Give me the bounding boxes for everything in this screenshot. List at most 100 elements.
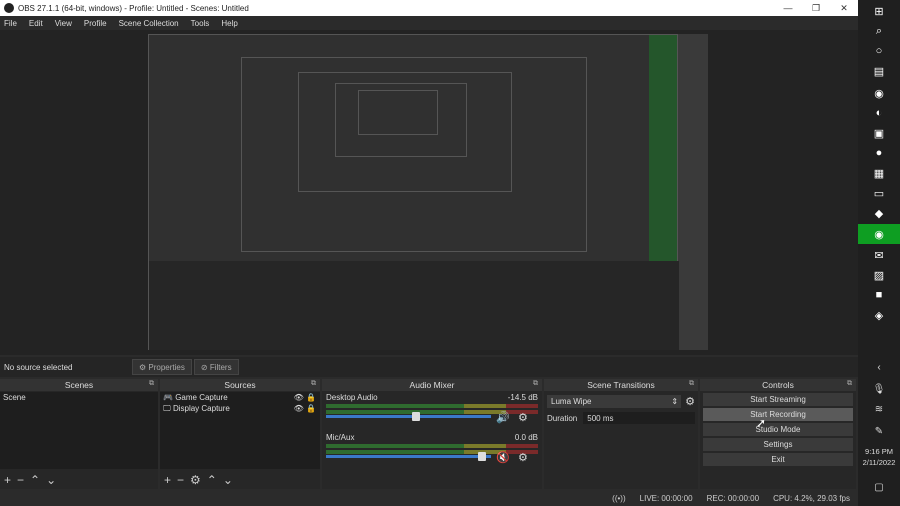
channel-name: Mic/Aux bbox=[326, 433, 355, 442]
window-titlebar: OBS 27.1.1 (64-bit, windows) - Profile: … bbox=[0, 0, 858, 16]
start-streaming-button[interactable]: Start Streaming bbox=[703, 393, 853, 406]
move-up-icon[interactable]: ⌃ bbox=[30, 473, 40, 487]
window-title: OBS 27.1.1 (64-bit, windows) - Profile: … bbox=[18, 3, 249, 13]
duration-input[interactable]: 500 ms bbox=[583, 412, 695, 424]
list-item[interactable]: 🎮 Game Capture 👁 🔒 bbox=[160, 392, 320, 403]
scene-transitions-dock: Scene Transitions ⧉ Luma Wipe ⇕ ⚙ Duration… bbox=[544, 379, 698, 489]
source-toolbar: No source selected ⚙ Properties ⊘ Filter… bbox=[0, 357, 858, 377]
transition-select[interactable]: Luma Wipe ⇕ bbox=[547, 395, 682, 408]
microphone-icon[interactable]: 🎙 bbox=[870, 382, 888, 396]
transitions-title: Scene Transitions bbox=[587, 380, 655, 390]
menu-help[interactable]: Help bbox=[221, 19, 237, 28]
add-icon[interactable]: + bbox=[4, 473, 11, 487]
store-icon[interactable]: ▣ bbox=[869, 124, 889, 142]
menu-tools[interactable]: Tools bbox=[191, 19, 210, 28]
muted-speaker-icon[interactable]: 🔇 bbox=[496, 451, 510, 464]
gear-icon[interactable]: ⚙ bbox=[518, 411, 528, 424]
signal-icon: ((•)) bbox=[612, 493, 626, 503]
undock-icon[interactable]: ⧉ bbox=[533, 380, 538, 388]
sources-toolbar: + − ⚙ ⌃ ⌄ bbox=[160, 470, 320, 489]
chevron-left-icon[interactable]: ‹ bbox=[870, 360, 888, 374]
mail-icon[interactable]: ✉ bbox=[869, 246, 889, 264]
menu-edit[interactable]: Edit bbox=[29, 19, 43, 28]
notification-icon[interactable]: ▢ bbox=[870, 480, 888, 494]
search-icon[interactable]: ⌕ bbox=[869, 22, 889, 40]
app-icon[interactable]: ▦ bbox=[869, 164, 889, 182]
sources-title: Sources bbox=[224, 380, 256, 390]
mixer-channel: Desktop Audio -14.5 dB 🔊 ⚙ bbox=[322, 391, 542, 431]
add-icon[interactable]: + bbox=[164, 473, 171, 487]
exit-button[interactable]: Exit bbox=[703, 453, 853, 466]
taskbar-clock[interactable]: 9:16 PM 2/11/2022 bbox=[858, 446, 900, 468]
chrome-icon[interactable]: ◉ bbox=[869, 84, 889, 102]
move-down-icon[interactable]: ⌄ bbox=[46, 473, 56, 487]
file-explorer-icon[interactable]: ▭ bbox=[869, 184, 889, 202]
task-view-icon[interactable]: ▤ bbox=[869, 62, 889, 80]
eye-icon[interactable]: 👁 🔒 bbox=[294, 404, 316, 413]
settings-button[interactable]: Settings bbox=[703, 438, 853, 451]
undock-icon[interactable]: ⧉ bbox=[847, 380, 852, 388]
clock-time: 9:16 PM bbox=[865, 447, 893, 456]
undock-icon[interactable]: ⧉ bbox=[311, 380, 316, 388]
menu-bar: File Edit View Profile Scene Collection … bbox=[0, 16, 858, 30]
status-bar: ((•)) LIVE: 00:00:00 REC: 00:00:00 CPU: … bbox=[0, 490, 858, 506]
wifi-icon[interactable]: ≋ bbox=[870, 402, 888, 416]
slider-knob[interactable] bbox=[412, 412, 420, 421]
menu-scene-collection[interactable]: Scene Collection bbox=[119, 19, 179, 28]
filters-button[interactable]: ⊘ Filters bbox=[193, 359, 239, 375]
slider-knob[interactable] bbox=[478, 452, 486, 461]
move-up-icon[interactable]: ⌃ bbox=[207, 473, 217, 487]
channel-db: 0.0 dB bbox=[514, 433, 538, 442]
obs-taskbar-icon[interactable]: ◉ bbox=[858, 224, 900, 244]
menu-profile[interactable]: Profile bbox=[84, 19, 107, 28]
selected-source-label: No source selected bbox=[4, 362, 73, 372]
app-icon[interactable]: ◆ bbox=[869, 204, 889, 222]
undock-icon[interactable]: ⧉ bbox=[689, 380, 694, 388]
gear-icon[interactable]: ⚙ bbox=[190, 473, 201, 487]
scenes-title: Scenes bbox=[64, 380, 94, 390]
gamepad-icon: 🎮 bbox=[163, 393, 176, 402]
spotify-icon[interactable]: ● bbox=[869, 144, 889, 162]
minimize-icon[interactable]: — bbox=[774, 0, 802, 16]
clock-date: 2/11/2022 bbox=[862, 458, 896, 467]
speaker-icon[interactable]: 🔊 bbox=[496, 411, 510, 424]
remove-icon[interactable]: − bbox=[17, 473, 24, 487]
gear-icon[interactable]: ⚙ bbox=[518, 451, 528, 464]
volume-slider[interactable] bbox=[326, 412, 491, 421]
cortana-icon[interactable]: ○ bbox=[869, 42, 889, 60]
obs-logo-icon bbox=[4, 3, 14, 13]
volume-slider[interactable] bbox=[326, 452, 491, 461]
app-icon[interactable]: ■ bbox=[869, 286, 889, 304]
undock-icon[interactable]: ⧉ bbox=[149, 380, 154, 388]
windows-start-icon[interactable]: ⊞ bbox=[869, 2, 889, 20]
properties-button[interactable]: ⚙ Properties bbox=[132, 359, 192, 375]
maximize-icon[interactable]: ❐ bbox=[802, 0, 830, 16]
preview-area bbox=[0, 30, 858, 355]
recursive-capture bbox=[148, 34, 679, 350]
eye-icon[interactable]: 👁 🔒 bbox=[294, 393, 316, 402]
cpu-fps: CPU: 4.2%, 29.03 fps bbox=[773, 493, 850, 503]
volume-meter bbox=[326, 404, 538, 408]
controls-title: Controls bbox=[762, 380, 794, 390]
start-recording-button[interactable]: Start Recording bbox=[703, 408, 853, 421]
pen-icon[interactable]: ✎ bbox=[870, 424, 888, 438]
studio-mode-button[interactable]: Studio Mode bbox=[703, 423, 853, 436]
close-icon[interactable]: ✕ bbox=[830, 0, 858, 16]
gear-icon[interactable]: ⚙ bbox=[685, 395, 695, 408]
monitor-icon: 🖵 bbox=[163, 403, 173, 413]
move-down-icon[interactable]: ⌄ bbox=[223, 473, 233, 487]
photos-icon[interactable]: ▨ bbox=[869, 266, 889, 284]
windows-taskbar: ⊞ ⌕ ○ ▤ ◉ ◐ ▣ ● ▦ ▭ ◆ ◉ ✉ ▨ ■ ◈ ‹ 🎙 ≋ ✎ … bbox=[858, 0, 900, 506]
remove-icon[interactable]: − bbox=[177, 473, 184, 487]
menu-file[interactable]: File bbox=[4, 19, 17, 28]
preview-canvas[interactable] bbox=[148, 34, 708, 350]
audio-mixer-dock: Audio Mixer ⧉ Desktop Audio -14.5 dB 🔊 ⚙ M… bbox=[322, 379, 542, 489]
list-item[interactable]: 🖵 Display Capture 👁 🔒 bbox=[160, 403, 320, 414]
list-item[interactable]: Scene bbox=[0, 392, 158, 403]
duration-label: Duration bbox=[547, 413, 578, 423]
source-list: 🎮 Game Capture 👁 🔒 🖵 Display Capture 👁 🔒 bbox=[160, 392, 320, 469]
sources-dock: Sources ⧉ 🎮 Game Capture 👁 🔒 🖵 Display Cap… bbox=[160, 379, 320, 489]
menu-view[interactable]: View bbox=[55, 19, 72, 28]
app-icon[interactable]: ◈ bbox=[869, 306, 889, 324]
edge-icon[interactable]: ◐ bbox=[869, 104, 889, 122]
